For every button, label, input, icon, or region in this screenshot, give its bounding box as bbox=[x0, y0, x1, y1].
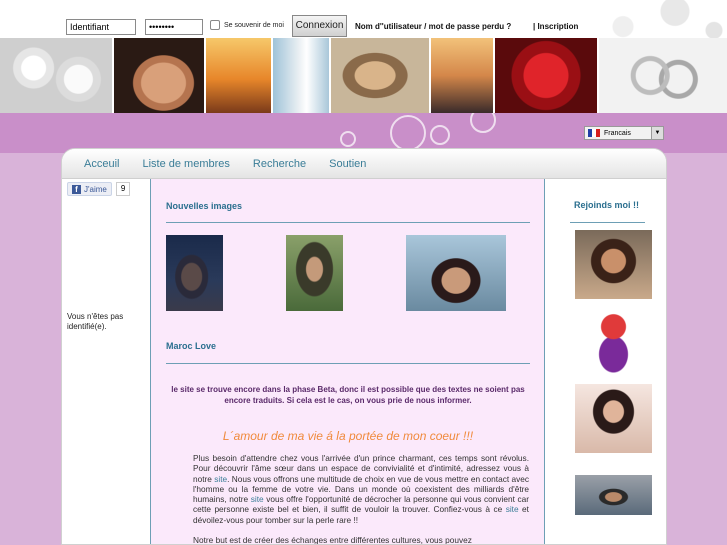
decorative-swirl bbox=[467, 0, 727, 38]
flower-decoration bbox=[340, 131, 356, 147]
username-input[interactable] bbox=[66, 19, 136, 35]
content-area: Nouvelles images Maroc Love le site se t… bbox=[150, 179, 545, 545]
remember-checkbox[interactable] bbox=[210, 20, 220, 30]
member-photo[interactable] bbox=[406, 235, 506, 311]
beta-notice: le site se trouve encore dans la phase B… bbox=[171, 385, 525, 405]
flower-decoration bbox=[470, 113, 496, 133]
login-status: Vous n'êtes pas identifié(e). bbox=[67, 312, 124, 331]
left-sidebar: f J'aime 9 Vous n'êtes pas identifié(e). bbox=[62, 179, 150, 544]
france-flag-icon bbox=[588, 129, 600, 137]
divider bbox=[166, 363, 530, 364]
right-sidebar: Rejoinds moi !! bbox=[545, 179, 666, 544]
remember-me[interactable]: Se souvenir de moi bbox=[210, 20, 284, 30]
nav-support[interactable]: Soutien bbox=[329, 158, 366, 170]
member-photo[interactable] bbox=[166, 235, 223, 311]
lost-password-link[interactable]: Nom d''utilisateur / mot de passe perdu … bbox=[355, 22, 511, 31]
login-bar: Se souvenir de moi Connexion Nom d''util… bbox=[0, 0, 727, 38]
nav-home[interactable]: Acceuil bbox=[84, 158, 119, 170]
new-images-title: Nouvelles images bbox=[166, 201, 243, 211]
language-label: Francais bbox=[604, 129, 631, 137]
member-photo[interactable] bbox=[575, 230, 652, 299]
remember-label: Se souvenir de moi bbox=[224, 21, 284, 29]
intro-text: Plus besoin d'attendre chez vous l'arriv… bbox=[193, 453, 529, 545]
join-title: Rejoinds moi !! bbox=[574, 200, 639, 210]
facebook-like-button[interactable]: f J'aime bbox=[67, 182, 112, 196]
photo-couple-kiss bbox=[331, 38, 431, 113]
nav-member-list[interactable]: Liste de membres bbox=[142, 158, 229, 170]
photo-strip bbox=[0, 38, 727, 113]
photo-white-roses bbox=[0, 38, 114, 113]
site-link[interactable]: site bbox=[214, 474, 227, 484]
chevron-down-icon[interactable]: ▼ bbox=[651, 127, 663, 139]
site-link[interactable]: site bbox=[506, 504, 519, 514]
site-link[interactable]: site bbox=[251, 494, 264, 504]
like-count: 9 bbox=[115, 182, 131, 196]
photo-sunset-family bbox=[206, 38, 273, 113]
register-link[interactable]: | Inscription bbox=[533, 22, 578, 31]
password-input[interactable] bbox=[145, 19, 203, 35]
member-photo[interactable] bbox=[575, 475, 652, 515]
headline: L´amour de ma vie á la portée de mon coe… bbox=[222, 429, 474, 443]
paragraph-part: Notre but est de créer des échanges entr… bbox=[193, 535, 472, 545]
photo-wedding-rings bbox=[599, 38, 727, 113]
photo-red-rose bbox=[495, 38, 599, 113]
photo-holding-hands bbox=[114, 38, 206, 113]
like-label: J'aime bbox=[84, 184, 107, 194]
divider bbox=[570, 222, 645, 223]
language-select[interactable]: Francais ▼ bbox=[584, 126, 664, 140]
flower-decoration bbox=[390, 115, 426, 151]
member-photo[interactable] bbox=[575, 306, 652, 375]
section-title: Maroc Love bbox=[166, 341, 217, 351]
flower-decoration bbox=[430, 125, 450, 145]
member-photo[interactable] bbox=[575, 384, 652, 453]
divider bbox=[166, 222, 530, 223]
main-panel: Acceuil Liste de membres Recherche Souti… bbox=[61, 148, 667, 545]
photo-wedding-couple bbox=[273, 38, 331, 113]
member-photo[interactable] bbox=[286, 235, 343, 311]
login-button[interactable]: Connexion bbox=[292, 15, 347, 37]
main-nav: Acceuil Liste de membres Recherche Souti… bbox=[62, 149, 666, 179]
nav-search[interactable]: Recherche bbox=[253, 158, 306, 170]
photo-couple-sunset bbox=[431, 38, 495, 113]
facebook-icon: f bbox=[72, 184, 81, 194]
facebook-like: f J'aime 9 bbox=[67, 182, 131, 196]
